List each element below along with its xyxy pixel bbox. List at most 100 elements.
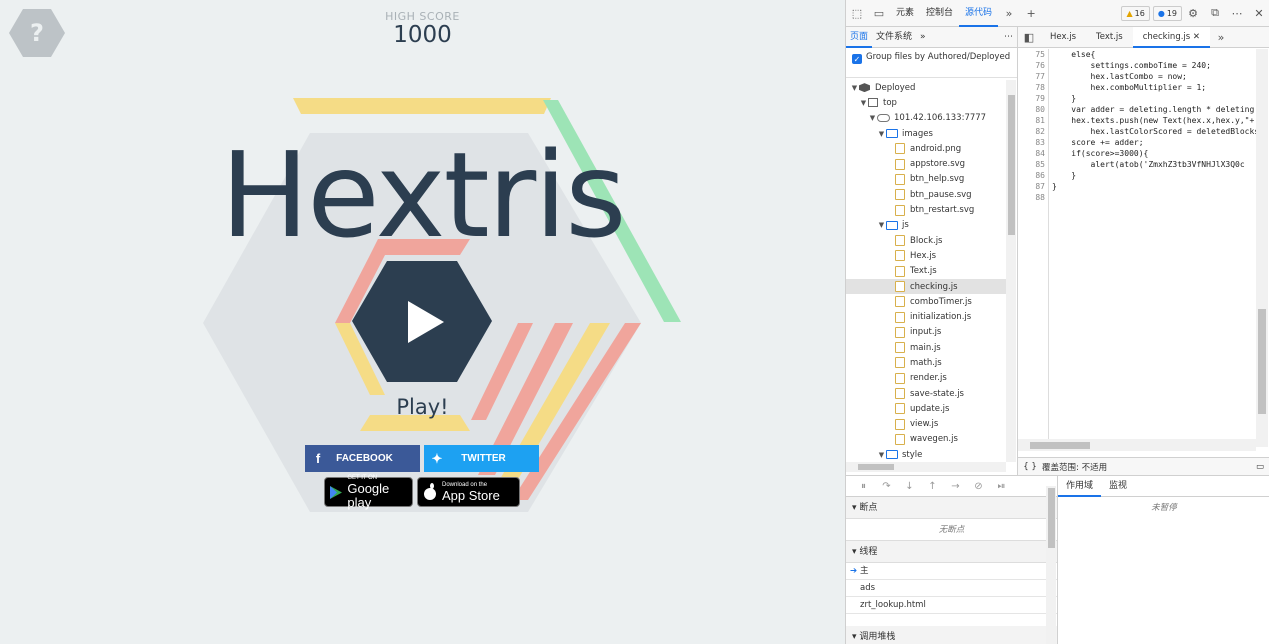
close-icon[interactable]: ✕ xyxy=(1248,0,1269,27)
more-tabs-icon[interactable]: » xyxy=(998,0,1020,27)
group-files-checkbox[interactable]: ✓ xyxy=(852,54,862,64)
code-line[interactable]: } xyxy=(1052,181,1256,192)
gear-icon[interactable]: ⚙ xyxy=(1182,0,1204,27)
issues-badge[interactable]: ● 19 xyxy=(1152,5,1182,21)
tree-item[interactable]: Block.js xyxy=(846,233,1006,248)
more-tabs-icon[interactable]: » xyxy=(916,27,930,48)
tree-item[interactable]: wavegen.js xyxy=(846,432,1006,447)
tree-item[interactable]: ▼ images xyxy=(846,126,1006,141)
warnings-badge[interactable]: ▲ 16 xyxy=(1121,5,1150,21)
share-icon[interactable]: ⧉ xyxy=(1204,0,1226,27)
tab-watch[interactable]: 监视 xyxy=(1101,476,1135,497)
facebook-share-button[interactable]: f FACEBOOK xyxy=(305,445,420,472)
tab-elements[interactable]: 元素 xyxy=(890,0,920,27)
threads-header[interactable]: ▾ 线程 xyxy=(846,541,1057,563)
more-options-icon[interactable]: ⋯ xyxy=(1000,27,1017,48)
group-files-option[interactable]: ✓ Group files by Authored/Deployed xyxy=(846,48,1017,78)
tree-item[interactable]: checking.js xyxy=(846,278,1006,295)
line-number[interactable]: 78 xyxy=(1018,82,1048,93)
tree-item[interactable]: render.js xyxy=(846,371,1006,386)
line-number[interactable]: 87 xyxy=(1018,181,1048,192)
code-line[interactable]: if(score>=3000){ xyxy=(1052,148,1256,159)
toggle-navigator-icon[interactable]: ◧ xyxy=(1018,27,1040,48)
code-area[interactable]: 75 76 77 78 79 80 81 82 83 84 85 86 87 88 else{ setti… xyxy=(1018,49,1256,439)
tree-item[interactable]: save-state.js xyxy=(846,386,1006,401)
play-label[interactable]: Play! xyxy=(0,395,845,419)
code-line[interactable]: var adder = deleting.length * deleting.l… xyxy=(1052,104,1256,115)
add-tab-icon[interactable]: + xyxy=(1020,0,1042,27)
line-number[interactable]: 85 xyxy=(1018,159,1048,170)
line-number[interactable]: 79 xyxy=(1018,93,1048,104)
tree-item[interactable]: update.js xyxy=(846,401,1006,416)
step-icon[interactable]: → xyxy=(944,481,967,492)
more-tabs-icon[interactable]: » xyxy=(1210,27,1232,48)
line-number[interactable]: 83 xyxy=(1018,137,1048,148)
tree-item[interactable]: ▼ style xyxy=(846,447,1006,462)
pretty-print-icon[interactable]: { } xyxy=(1018,462,1042,472)
debugger-scrollbar[interactable] xyxy=(1046,486,1056,644)
line-number[interactable]: 75 xyxy=(1018,49,1048,60)
play-button[interactable] xyxy=(352,261,492,382)
tab-sources[interactable]: 源代码 xyxy=(959,0,999,27)
tree-item[interactable]: btn_pause.svg xyxy=(846,187,1006,202)
pause-icon[interactable]: ⏸ xyxy=(852,481,875,492)
twitter-share-button[interactable]: ✦ TWITTER xyxy=(424,445,539,472)
deactivate-breakpoints-icon[interactable]: ⊘ xyxy=(967,481,990,492)
tree-item[interactable]: ▼ 101.42.106.133:7777 xyxy=(846,111,1006,126)
line-number[interactable]: 81 xyxy=(1018,115,1048,126)
thread-ads[interactable]: ads xyxy=(846,580,1057,597)
line-number[interactable]: 82 xyxy=(1018,126,1048,137)
tab-page[interactable]: 页面 xyxy=(846,27,873,48)
navigator-scrollbar[interactable] xyxy=(1006,80,1016,462)
tab-scope[interactable]: 作用域 xyxy=(1058,476,1102,497)
code-line[interactable]: hex.lastColorScored = deletedBlocks[0] xyxy=(1052,126,1256,137)
tree-item[interactable]: Text.js xyxy=(846,264,1006,279)
code-line[interactable]: alert(atob('ZmxhZ3tb3VfNHJlX3Q0c xyxy=(1052,159,1256,170)
inspect-icon[interactable]: ⬚ xyxy=(846,0,868,27)
editor-tab-checking[interactable]: checking.js ✕ xyxy=(1132,26,1211,48)
code-line[interactable] xyxy=(1052,192,1256,203)
code-line[interactable]: hex.comboMultiplier = 1; xyxy=(1052,82,1256,93)
line-number[interactable]: 76 xyxy=(1018,60,1048,71)
line-number[interactable]: 84 xyxy=(1018,148,1048,159)
code-line[interactable]: hex.texts.push(new Text(hex.x,hex.y,"+ " xyxy=(1052,115,1256,126)
code-lines[interactable]: else{ settings.comboTime = 240; hex.last… xyxy=(1052,49,1256,203)
toggle-debugger-icon[interactable]: ▭ xyxy=(1250,462,1269,472)
thread-main[interactable]: ➔ 主 xyxy=(846,563,1057,580)
step-into-icon[interactable]: ↓ xyxy=(898,481,921,492)
device-toggle-icon[interactable]: ▭ xyxy=(868,0,890,27)
tree-item[interactable]: ▼ Deployed xyxy=(846,80,1006,95)
line-number[interactable]: 86 xyxy=(1018,170,1048,181)
tree-item[interactable]: math.js xyxy=(846,355,1006,370)
app-store-badge[interactable]: Download on the App Store xyxy=(417,477,520,507)
thread-zrt-lookup[interactable]: zrt_lookup.html xyxy=(846,597,1057,614)
breakpoints-header[interactable]: ▾ 断点 xyxy=(846,497,1057,519)
editor-tab-hex[interactable]: Hex.js xyxy=(1040,27,1086,48)
line-number[interactable]: 88 xyxy=(1018,192,1048,203)
tree-item[interactable]: appstore.svg xyxy=(846,156,1006,171)
line-number[interactable]: 80 xyxy=(1018,104,1048,115)
tree-item[interactable]: comboTimer.js xyxy=(846,294,1006,309)
code-line[interactable]: hex.lastCombo = now; xyxy=(1052,71,1256,82)
code-line[interactable]: settings.comboTime = 240; xyxy=(1052,60,1256,71)
close-tab-icon[interactable]: ✕ xyxy=(1193,32,1200,42)
tree-item[interactable]: ▼ top xyxy=(846,95,1006,110)
tree-item[interactable]: initialization.js xyxy=(846,309,1006,324)
pause-on-exceptions-icon[interactable]: ⏯ xyxy=(990,481,1013,492)
tree-item[interactable]: btn_restart.svg xyxy=(846,202,1006,217)
tree-item[interactable]: Hex.js xyxy=(846,248,1006,263)
tab-console[interactable]: 控制台 xyxy=(920,0,959,27)
code-line[interactable]: score += adder; xyxy=(1052,137,1256,148)
editor-tab-text[interactable]: Text.js xyxy=(1086,27,1133,48)
tree-item[interactable]: btn_help.svg xyxy=(846,172,1006,187)
code-line[interactable]: else{ xyxy=(1052,49,1256,60)
google-play-badge[interactable]: GET IT ON Google play xyxy=(324,475,413,510)
step-over-icon[interactable]: ↷ xyxy=(875,481,898,492)
code-line[interactable]: } xyxy=(1052,170,1256,181)
more-options-icon[interactable]: ⋯ xyxy=(1226,0,1248,27)
tab-filesystem[interactable]: 文件系统 xyxy=(872,27,916,48)
step-out-icon[interactable]: ↑ xyxy=(921,481,944,492)
line-number[interactable]: 77 xyxy=(1018,71,1048,82)
call-stack-header[interactable]: ▾ 调用堆栈 xyxy=(846,626,1057,644)
navigator-hscrollbar[interactable] xyxy=(846,462,1006,472)
